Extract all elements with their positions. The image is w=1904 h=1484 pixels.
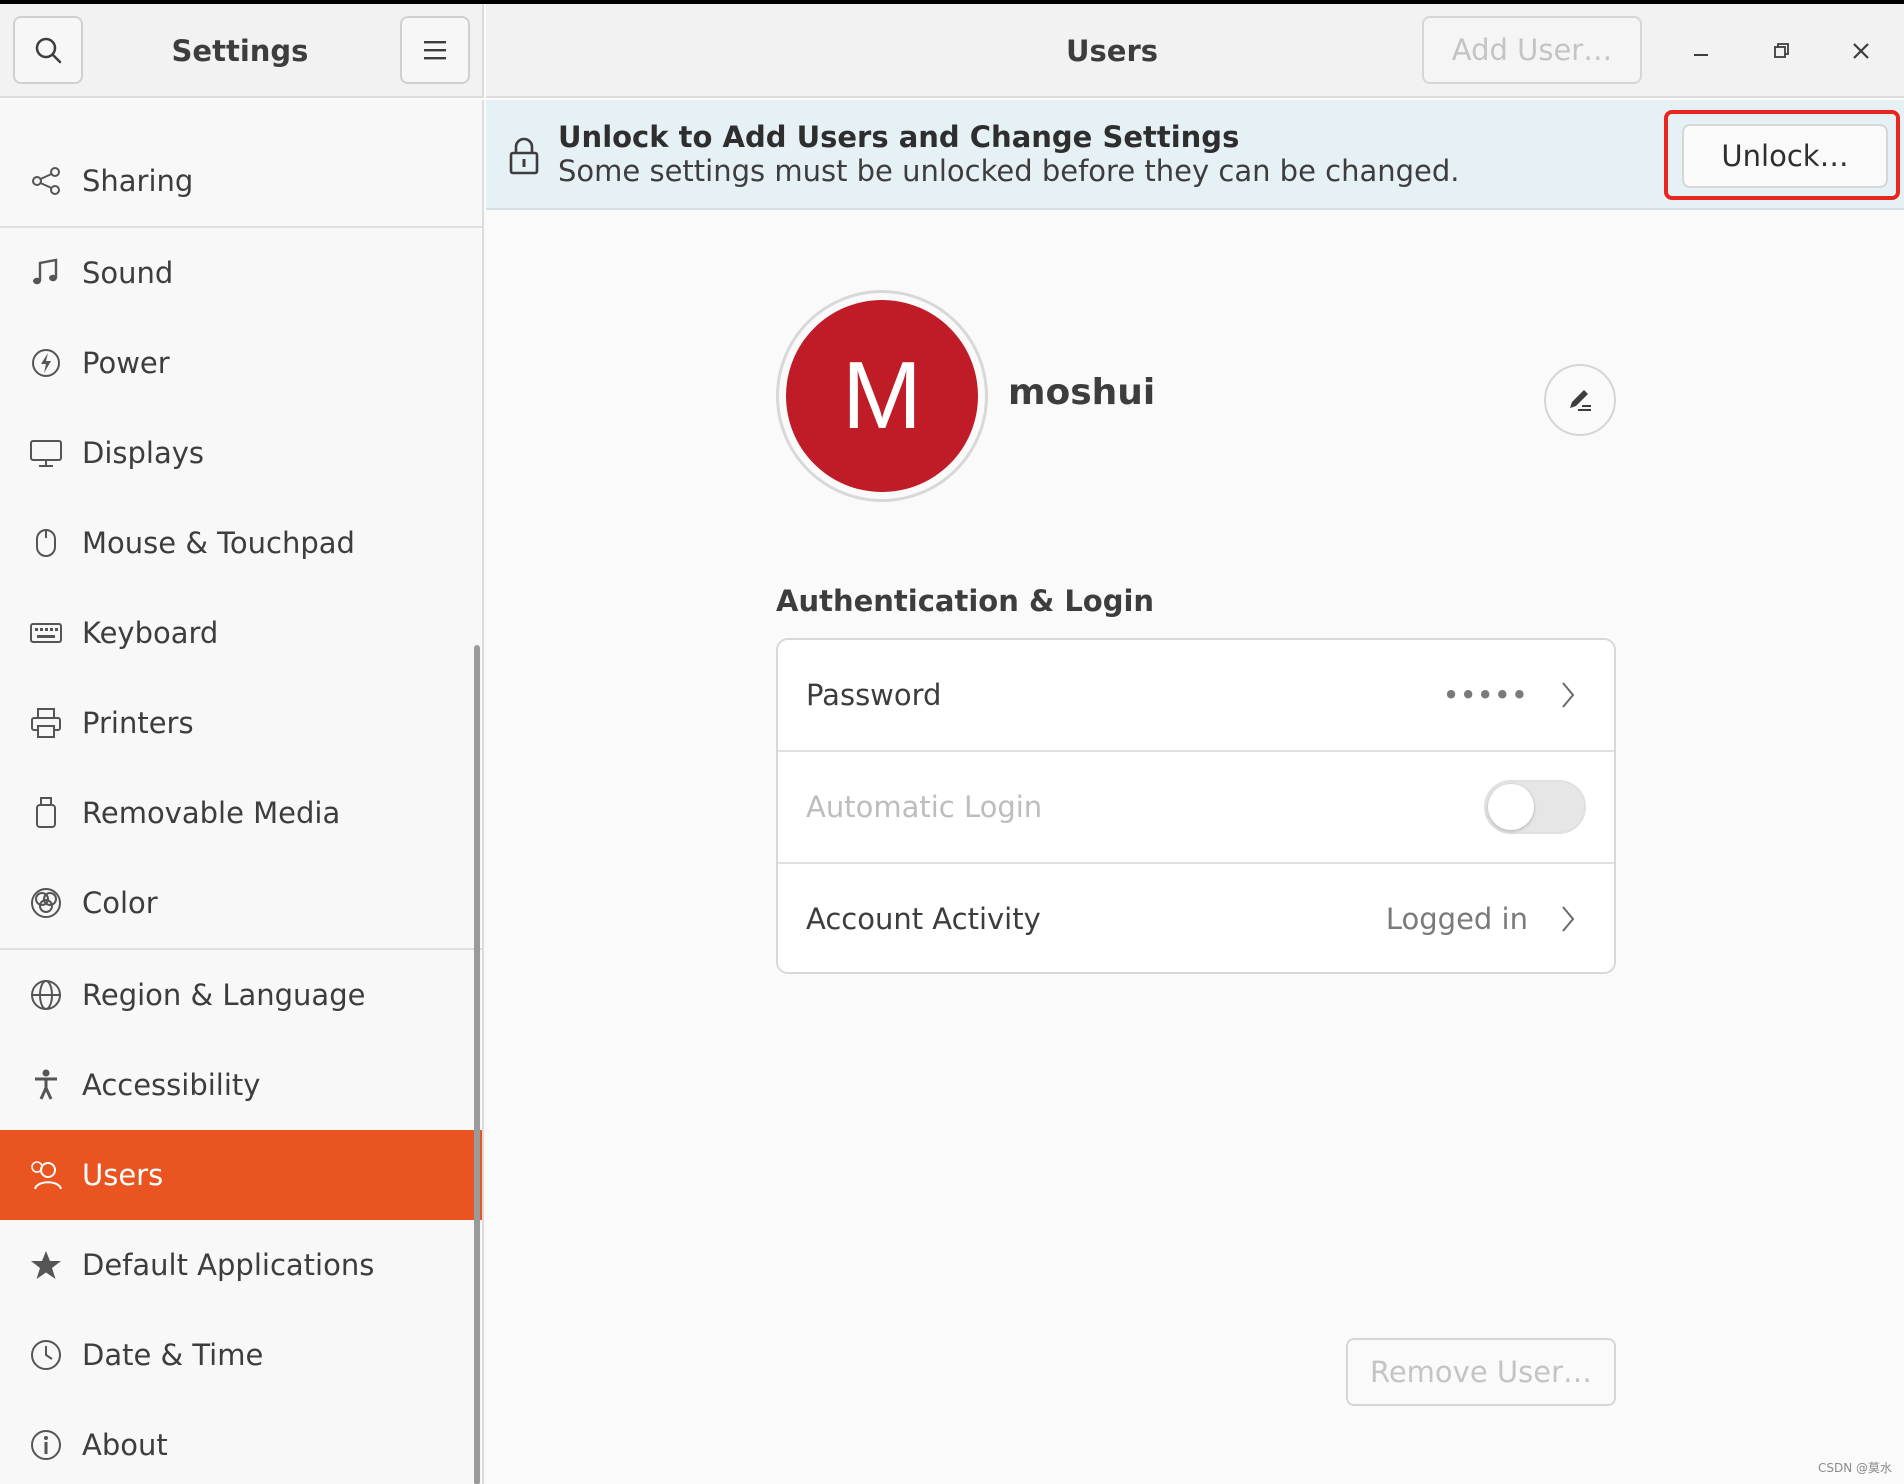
sidebar-item-removable-media[interactable]: Removable Media — [0, 768, 482, 858]
sidebar-item-label: Region & Language — [82, 978, 366, 1012]
search-icon — [35, 37, 62, 64]
account-activity-label: Account Activity — [806, 902, 1041, 936]
sidebar-item-label: Accessibility — [82, 1068, 261, 1102]
app-title: Settings — [171, 34, 309, 68]
watermark: CSDN @莫水 — [1817, 1461, 1892, 1475]
share-icon — [24, 159, 68, 203]
settings-window: Settings Sharing Sound Power Displays Mo… — [0, 4, 1904, 1484]
sidebar-item-label: Date & Time — [82, 1338, 264, 1372]
sidebar-item-sharing[interactable]: Sharing — [0, 136, 482, 226]
sidebar-header: Settings — [0, 4, 484, 98]
sidebar-item-about[interactable]: About — [0, 1400, 482, 1484]
printer-icon — [24, 701, 68, 745]
sidebar-item-color[interactable]: Color — [0, 858, 482, 948]
password-value: ••••• — [1442, 678, 1528, 712]
password-label: Password — [806, 678, 942, 712]
close-button[interactable] — [1836, 26, 1886, 76]
sidebar-item-default-applications[interactable]: Default Applications — [0, 1220, 482, 1310]
minimize-button[interactable] — [1676, 26, 1726, 76]
display-icon — [24, 431, 68, 475]
edit-pencil-icon — [1570, 390, 1591, 411]
sidebar-item-label: Removable Media — [82, 796, 341, 830]
unlock-button[interactable]: Unlock… — [1682, 124, 1888, 188]
content-header: Users Add User… — [486, 4, 1904, 98]
hamburger-menu-icon — [424, 41, 446, 60]
sidebar-item-label: About — [82, 1428, 168, 1462]
sidebar-item-label: Color — [82, 886, 158, 920]
account-activity-row[interactable]: Account Activity Logged in — [778, 864, 1614, 972]
user-name: moshui — [1008, 372, 1156, 413]
removable-media-icon — [24, 791, 68, 835]
search-button[interactable] — [13, 16, 83, 84]
maximize-button[interactable] — [1756, 26, 1806, 76]
sidebar-item-label: Sound — [82, 256, 174, 290]
keyboard-icon — [24, 611, 68, 655]
sidebar-item-displays[interactable]: Displays — [0, 408, 482, 498]
remove-user-button[interactable]: Remove User… — [1346, 1338, 1616, 1406]
automatic-login-label: Automatic Login — [806, 790, 1043, 824]
infobar-subtitle: Some settings must be unlocked before th… — [558, 154, 1460, 188]
sidebar: Sharing Sound Power Displays Mouse & Tou… — [0, 100, 484, 1484]
sidebar-item-label: Mouse & Touchpad — [82, 526, 355, 560]
clock-icon — [24, 1333, 68, 1377]
sidebar-item-mouse-touchpad[interactable]: Mouse & Touchpad — [0, 498, 482, 588]
automatic-login-toggle[interactable] — [1484, 780, 1586, 834]
sidebar-item-accessibility[interactable]: Accessibility — [0, 1040, 482, 1130]
chevron-right-icon — [1562, 906, 1575, 932]
add-user-button[interactable]: Add User… — [1422, 16, 1642, 84]
sidebar-item-label: Users — [82, 1158, 164, 1192]
page-title: Users — [1066, 34, 1159, 68]
edit-name-button[interactable] — [1544, 364, 1616, 436]
close-icon — [1853, 43, 1869, 59]
sidebar-item-keyboard[interactable]: Keyboard — [0, 588, 482, 678]
lock-icon — [509, 137, 539, 175]
sidebar-scrollbar[interactable] — [474, 645, 480, 1484]
sidebar-item-sound[interactable]: Sound — [0, 228, 482, 318]
sidebar-item-label: Printers — [82, 706, 194, 740]
infobar-title: Unlock to Add Users and Change Settings — [558, 120, 1240, 154]
globe-icon — [24, 973, 68, 1017]
users-icon — [24, 1153, 68, 1197]
color-icon — [24, 881, 68, 925]
power-icon — [24, 341, 68, 385]
sidebar-item-label: Sharing — [82, 164, 194, 198]
auth-section-heading: Authentication & Login — [776, 584, 1155, 618]
sidebar-item-label: Displays — [82, 436, 205, 470]
unlock-infobar: Unlock to Add Users and Change Settings … — [486, 100, 1904, 210]
maximize-icon — [1774, 43, 1789, 58]
auth-settings-list: Password ••••• Automatic Login Account A… — [776, 638, 1616, 974]
sidebar-item-printers[interactable]: Printers — [0, 678, 482, 768]
sidebar-item-date-time[interactable]: Date & Time — [0, 1310, 482, 1400]
info-icon — [24, 1423, 68, 1467]
chevron-right-icon — [1562, 682, 1575, 708]
avatar[interactable]: M — [786, 300, 978, 492]
sidebar-item-power[interactable]: Power — [0, 318, 482, 408]
minimize-icon — [1694, 54, 1708, 56]
sidebar-item-users[interactable]: Users — [0, 1130, 482, 1220]
sidebar-item-region-language[interactable]: Region & Language — [0, 950, 482, 1040]
automatic-login-row: Automatic Login — [778, 752, 1614, 862]
sidebar-item-label: Power — [82, 346, 170, 380]
sidebar-item-label: Default Applications — [82, 1248, 375, 1282]
music-note-icon — [24, 251, 68, 295]
mouse-icon — [24, 521, 68, 565]
account-activity-value: Logged in — [1385, 902, 1528, 936]
accessibility-icon — [24, 1063, 68, 1107]
toggle-knob — [1488, 784, 1534, 830]
main-menu-button[interactable] — [400, 16, 470, 84]
sidebar-item-label: Keyboard — [82, 616, 219, 650]
star-icon — [24, 1243, 68, 1287]
password-row[interactable]: Password ••••• — [778, 640, 1614, 750]
